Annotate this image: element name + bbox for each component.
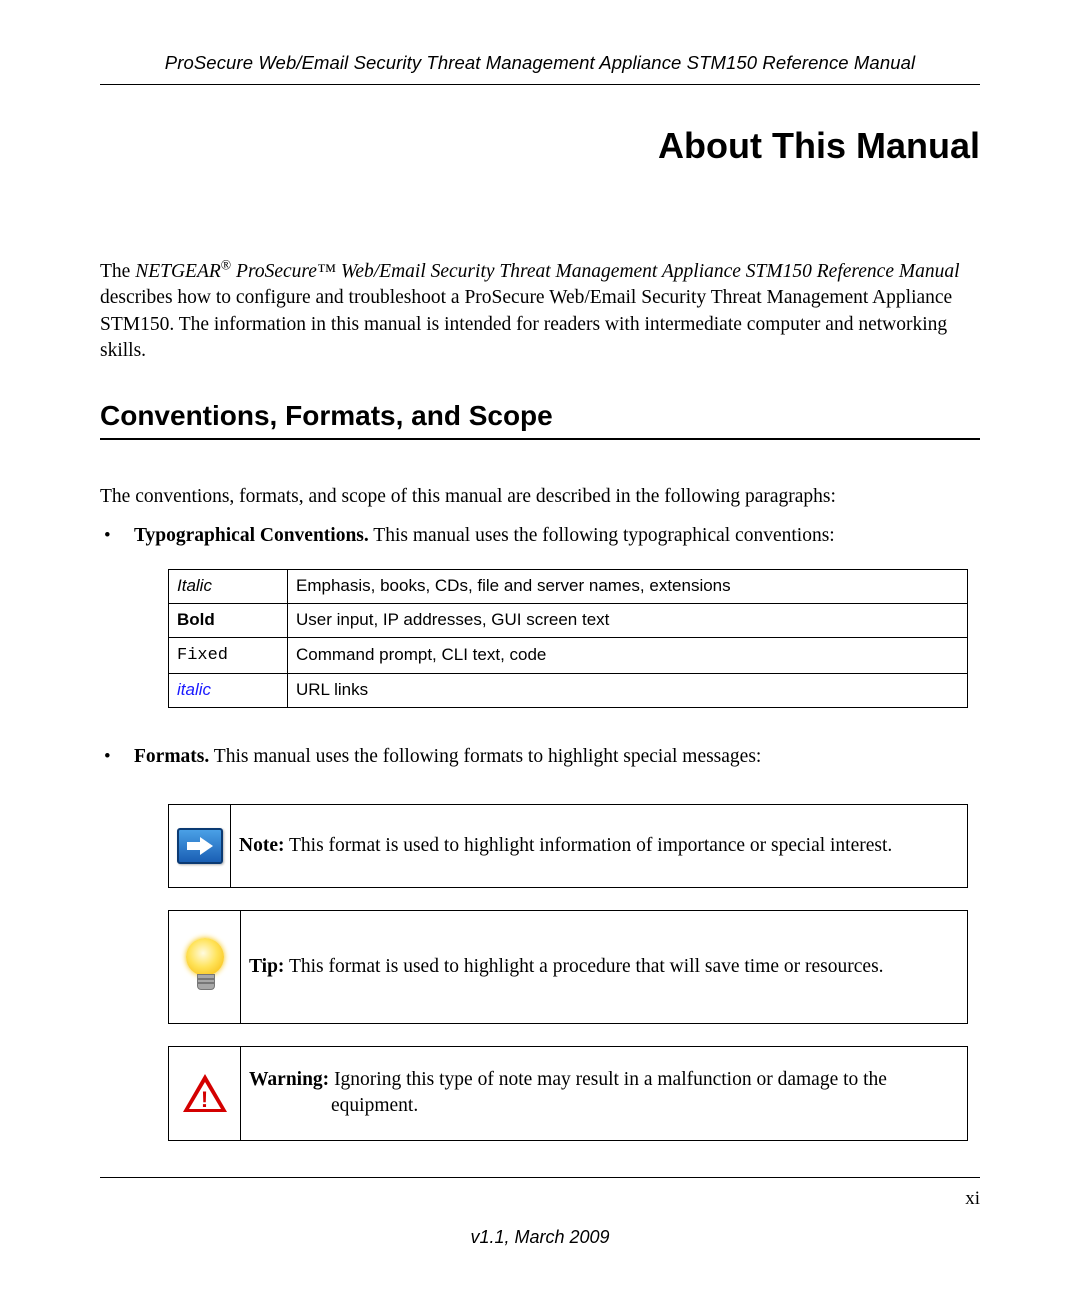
intro-productline: ProSecure™ xyxy=(231,261,341,282)
table-row: italic URL links xyxy=(169,673,968,707)
warning-label: Warning: xyxy=(249,1069,329,1090)
lightbulb-icon xyxy=(178,934,232,1000)
callout-text: Tip: This format is used to highlight a … xyxy=(241,911,967,1023)
page-number: xi xyxy=(965,1188,980,1210)
conv-desc: Command prompt, CLI text, code xyxy=(288,637,968,673)
running-header: ProSecure Web/Email Security Threat Mana… xyxy=(100,52,980,85)
bullet-typographical: Typographical Conventions. This manual u… xyxy=(100,523,980,708)
arrow-icon xyxy=(177,828,223,864)
bullet-typo-label: Typographical Conventions. xyxy=(134,525,369,546)
note-text: This format is used to highlight informa… xyxy=(284,835,892,856)
registered-mark: ® xyxy=(221,258,231,273)
page: ProSecure Web/Email Security Threat Mana… xyxy=(0,0,1080,1296)
bullet-typo-rest: This manual uses the following typograph… xyxy=(369,525,835,546)
warning-triangle-icon: ! xyxy=(181,1072,229,1114)
version-footer: v1.1, March 2009 xyxy=(0,1227,1080,1248)
tip-icon-cell xyxy=(169,911,241,1023)
tip-text: This format is used to highlight a proce… xyxy=(284,956,883,977)
bullet-formats: Formats. This manual uses the following … xyxy=(100,744,980,1141)
conv-label-bold: Bold xyxy=(177,610,215,629)
intro-prefix: The xyxy=(100,261,135,282)
conv-label-fixed: Fixed xyxy=(177,646,228,665)
tip-label: Tip: xyxy=(249,956,284,977)
conv-desc: URL links xyxy=(288,673,968,707)
section-lead: The conventions, formats, and scope of t… xyxy=(100,484,980,510)
callout-note: Note: This format is used to highlight i… xyxy=(168,804,968,888)
conv-label-link: italic xyxy=(177,680,211,699)
callout-text: Note: This format is used to highlight i… xyxy=(231,805,967,887)
intro-brand: NETGEAR xyxy=(135,261,221,282)
note-icon-cell xyxy=(169,805,231,887)
conv-desc: Emphasis, books, CDs, file and server na… xyxy=(288,569,968,603)
bullet-formats-label: Formats. xyxy=(134,746,209,767)
conv-label-italic: Italic xyxy=(177,576,212,595)
warning-text: Ignoring this type of note may result in… xyxy=(329,1069,887,1116)
table-row: Fixed Command prompt, CLI text, code xyxy=(169,637,968,673)
chapter-title: About This Manual xyxy=(100,125,980,167)
footer-rule xyxy=(100,1177,980,1178)
bullet-formats-rest: This manual uses the following formats t… xyxy=(209,746,761,767)
section-heading: Conventions, Formats, and Scope xyxy=(100,400,980,440)
callout-warning: ! Warning: Ignoring this type of note ma… xyxy=(168,1046,968,1141)
conventions-table: Italic Emphasis, books, CDs, file and se… xyxy=(168,569,968,708)
note-label: Note: xyxy=(239,835,284,856)
callout-text: Warning: Ignoring this type of note may … xyxy=(241,1047,967,1140)
intro-body: describes how to configure and troublesh… xyxy=(100,287,952,361)
intro-rest-title: Web/Email Security Threat Management App… xyxy=(341,261,960,282)
table-row: Italic Emphasis, books, CDs, file and se… xyxy=(169,569,968,603)
table-row: Bold User input, IP addresses, GUI scree… xyxy=(169,603,968,637)
intro-paragraph: The NETGEAR® ProSecure™ Web/Email Securi… xyxy=(100,259,980,364)
warning-icon-cell: ! xyxy=(169,1047,241,1140)
conv-desc: User input, IP addresses, GUI screen tex… xyxy=(288,603,968,637)
callout-tip: Tip: This format is used to highlight a … xyxy=(168,910,968,1024)
